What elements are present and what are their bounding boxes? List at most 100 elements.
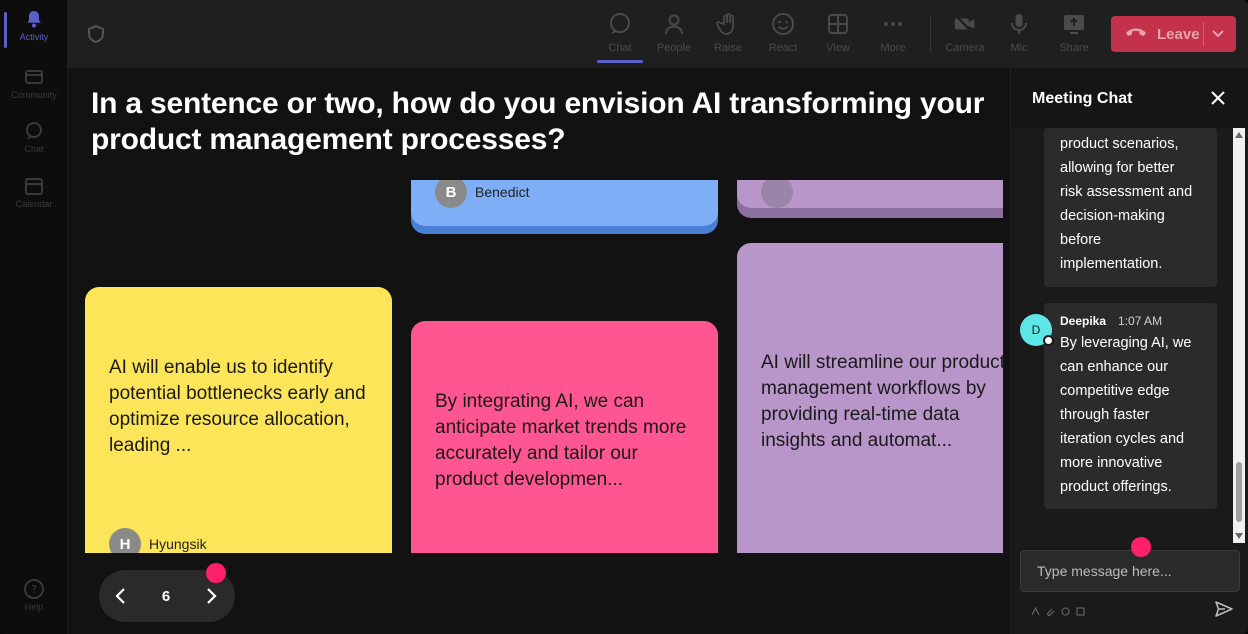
grid-icon (826, 12, 850, 36)
rail-item-label: Calendar (15, 199, 53, 209)
card-text: By integrating AI, we can anticipate mar… (435, 391, 687, 490)
scrollbar-thumb[interactable] (1236, 462, 1242, 522)
toolbar-raise-label: Raise (713, 42, 743, 54)
pointer-dot (206, 563, 226, 583)
card-text: AI will streamline our product managemen… (761, 352, 1003, 451)
toolbar-people-button[interactable]: People (649, 12, 699, 62)
more-dots-icon (881, 12, 905, 36)
chevron-down-icon[interactable] (1211, 26, 1225, 44)
format-icon[interactable] (1031, 603, 1040, 616)
meeting-chat-panel: Meeting Chat product scenarios, allowing… (1010, 68, 1248, 634)
shield-icon[interactable] (86, 24, 106, 44)
toolbar-mic-button[interactable]: Mic (994, 12, 1044, 62)
svg-text:?: ? (31, 583, 37, 596)
message-time: 1:07 AM (1118, 314, 1163, 328)
chat-title: Meeting Chat (1032, 90, 1133, 107)
chat-header: Meeting Chat (1011, 68, 1248, 128)
message-text: product scenarios, allowing for better r… (1060, 136, 1193, 272)
scroll-down-icon[interactable] (1235, 533, 1243, 539)
raise-hand-icon (716, 12, 740, 36)
question-title: In a sentence or two, how do you envisio… (91, 87, 985, 156)
chat-icon (23, 120, 45, 142)
rail-item-community[interactable]: Community (0, 66, 68, 100)
toolbar-react-button[interactable]: React (758, 12, 808, 62)
author-name: Hyungsik (149, 536, 207, 552)
page-number: 6 (161, 587, 171, 605)
avatar-initial: D (1031, 323, 1041, 337)
message-meta: Deepika 1:07 AM (1060, 313, 1201, 329)
attach-icon[interactable] (1046, 603, 1055, 616)
people-icon (662, 12, 686, 36)
toolbar-react-label: React (768, 42, 798, 54)
rail-item-activity[interactable]: Activity (0, 8, 68, 48)
camera-off-icon (953, 12, 977, 36)
card-author: B Benedict (435, 180, 529, 208)
scroll-up-icon[interactable] (1235, 132, 1243, 138)
previous-page-button[interactable] (99, 570, 143, 622)
send-icon[interactable] (1214, 600, 1234, 618)
presentation-stage: In a sentence or two, how do you envisio… (68, 68, 1010, 634)
rail-item-help[interactable]: ? Help (0, 578, 68, 612)
response-card[interactable]: AI will enable us to identify potential … (85, 287, 392, 553)
chat-format-tools (1031, 603, 1085, 616)
response-card[interactable]: AI will streamline our product managemen… (737, 243, 1003, 553)
chat-icon (608, 12, 632, 36)
community-icon (23, 66, 45, 88)
response-card[interactable]: By integrating AI, we can anticipate mar… (411, 321, 718, 553)
chat-message: product scenarios, allowing for better r… (1044, 128, 1217, 287)
toolbar-camera-label: Camera (945, 42, 985, 54)
leave-divider (1203, 22, 1204, 46)
gif-icon[interactable] (1076, 603, 1085, 616)
message-author: Deepika (1060, 314, 1107, 328)
avatar: D (1020, 314, 1054, 346)
avatar: H (109, 528, 141, 553)
share-screen-icon (1062, 12, 1086, 36)
toolbar-chat-button[interactable]: Chat (595, 12, 645, 63)
calendar-icon (23, 175, 45, 197)
toolbar-divider (930, 16, 931, 52)
pointer-dot (1131, 537, 1151, 557)
rail-item-chat[interactable]: Chat (0, 120, 68, 154)
message-text: By leveraging AI, we can enhance our com… (1060, 335, 1192, 495)
microphone-icon (1007, 12, 1031, 36)
chat-message-input[interactable] (1020, 550, 1240, 592)
toolbar-raise-button[interactable]: Raise (703, 12, 753, 62)
toolbar-camera-button[interactable]: Camera (940, 12, 990, 62)
rail-item-label: Help (24, 602, 44, 612)
chat-message: Deepika 1:07 AM By leveraging AI, we can… (1044, 303, 1217, 509)
chevron-left-icon (115, 588, 125, 604)
bell-icon (23, 8, 45, 30)
rail-item-calendar[interactable]: Calendar (0, 175, 68, 209)
response-board: B Benedict AI will enable us to identify… (68, 180, 1003, 553)
leave-button[interactable]: Leave (1111, 16, 1236, 52)
smiley-icon (771, 12, 795, 36)
rail-item-label: Community (11, 90, 57, 100)
toolbar-mic-label: Mic (1010, 42, 1028, 54)
leave-label: Leave (1157, 25, 1200, 43)
author-name: Benedict (475, 184, 530, 200)
response-card[interactable]: B Benedict (411, 180, 718, 234)
toolbar-view-label: View (826, 42, 850, 54)
rail-item-label: Chat (24, 144, 44, 154)
toolbar-share-label: Share (1059, 42, 1089, 54)
status-indicator (1043, 335, 1054, 346)
help-icon: ? (23, 578, 45, 600)
emoji-icon[interactable] (1061, 603, 1070, 616)
avatar: B (435, 180, 467, 208)
rail-item-label: Activity (19, 32, 49, 42)
close-icon[interactable] (1209, 89, 1227, 107)
toolbar-more-button[interactable]: More (868, 12, 918, 62)
toolbar-view-button[interactable]: View (813, 12, 863, 62)
phone-hangup-icon (1125, 25, 1147, 43)
toolbar-more-label: More (880, 42, 906, 54)
chevron-right-icon (207, 588, 217, 604)
card-author: H Hyungsik (109, 528, 207, 553)
toolbar-chat-label: Chat (608, 42, 632, 54)
toolbar-share-button[interactable]: Share (1049, 12, 1099, 62)
app-window: Activity Community Chat Calendar ? Help (0, 0, 1248, 634)
card-text: AI will enable us to identify potential … (109, 357, 366, 456)
toolbar-people-label: People (656, 42, 692, 54)
response-card[interactable] (737, 180, 1003, 218)
chat-scrollbar[interactable] (1233, 128, 1245, 543)
meeting-toolbar: Chat People Raise React View More Camera… (68, 0, 1248, 68)
